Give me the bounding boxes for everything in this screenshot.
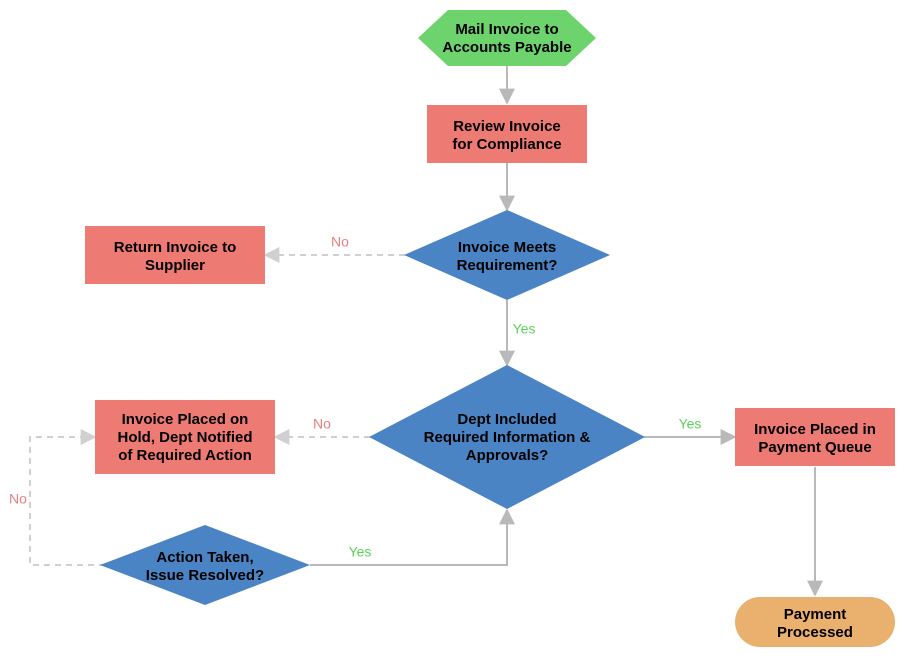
svg-text:Payment Queue: Payment Queue: [758, 439, 871, 456]
edge-action-hold: [30, 437, 105, 565]
svg-text:Accounts Payable: Accounts Payable: [442, 39, 571, 56]
node-review: Review Invoice for Compliance: [427, 105, 587, 163]
svg-text:Invoice Placed in: Invoice Placed in: [754, 421, 876, 438]
svg-text:Hold, Dept Notified: Hold, Dept Notified: [118, 429, 253, 446]
svg-text:Required Information &: Required Information &: [424, 429, 591, 446]
svg-text:Processed: Processed: [777, 624, 853, 641]
edge-action-dept: [310, 510, 507, 565]
svg-text:Invoice Meets: Invoice Meets: [458, 239, 556, 256]
svg-text:Mail Invoice to: Mail Invoice to: [455, 21, 558, 38]
svg-text:Action Taken,: Action Taken,: [156, 549, 253, 566]
node-dept: Dept Included Required Information & App…: [369, 365, 645, 509]
flowchart: No Yes No Yes Yes No Mail Invoice to Acc…: [0, 0, 905, 663]
node-meets: Invoice Meets Requirement?: [404, 210, 610, 300]
node-queue: Invoice Placed in Payment Queue: [735, 408, 895, 466]
edge-label-no: No: [331, 234, 349, 250]
svg-text:Return Invoice to: Return Invoice to: [114, 239, 237, 256]
svg-text:for Compliance: for Compliance: [452, 136, 561, 153]
edge-label-yes: Yes: [513, 321, 536, 337]
svg-text:Supplier: Supplier: [145, 257, 205, 274]
edge-label-yes2: Yes: [679, 416, 702, 432]
svg-text:of Required Action: of Required Action: [118, 447, 252, 464]
edge-label-no2: No: [313, 416, 331, 432]
svg-text:Invoice Placed on: Invoice Placed on: [122, 411, 249, 428]
svg-text:Requirement?: Requirement?: [457, 257, 558, 274]
edge-label-yes3: Yes: [349, 544, 372, 560]
node-hold: Invoice Placed on Hold, Dept Notified of…: [95, 400, 275, 474]
svg-text:Dept Included: Dept Included: [457, 411, 556, 428]
edge-label-no3: No: [9, 491, 27, 507]
node-start: Mail Invoice to Accounts Payable: [418, 10, 596, 66]
svg-text:Payment: Payment: [784, 606, 847, 623]
svg-text:Approvals?: Approvals?: [466, 447, 549, 464]
node-processed: Payment Processed: [735, 597, 895, 647]
svg-text:Review Invoice: Review Invoice: [453, 118, 561, 135]
node-return: Return Invoice to Supplier: [85, 226, 265, 284]
node-action: Action Taken, Issue Resolved?: [100, 525, 310, 605]
svg-text:Issue Resolved?: Issue Resolved?: [146, 567, 264, 584]
